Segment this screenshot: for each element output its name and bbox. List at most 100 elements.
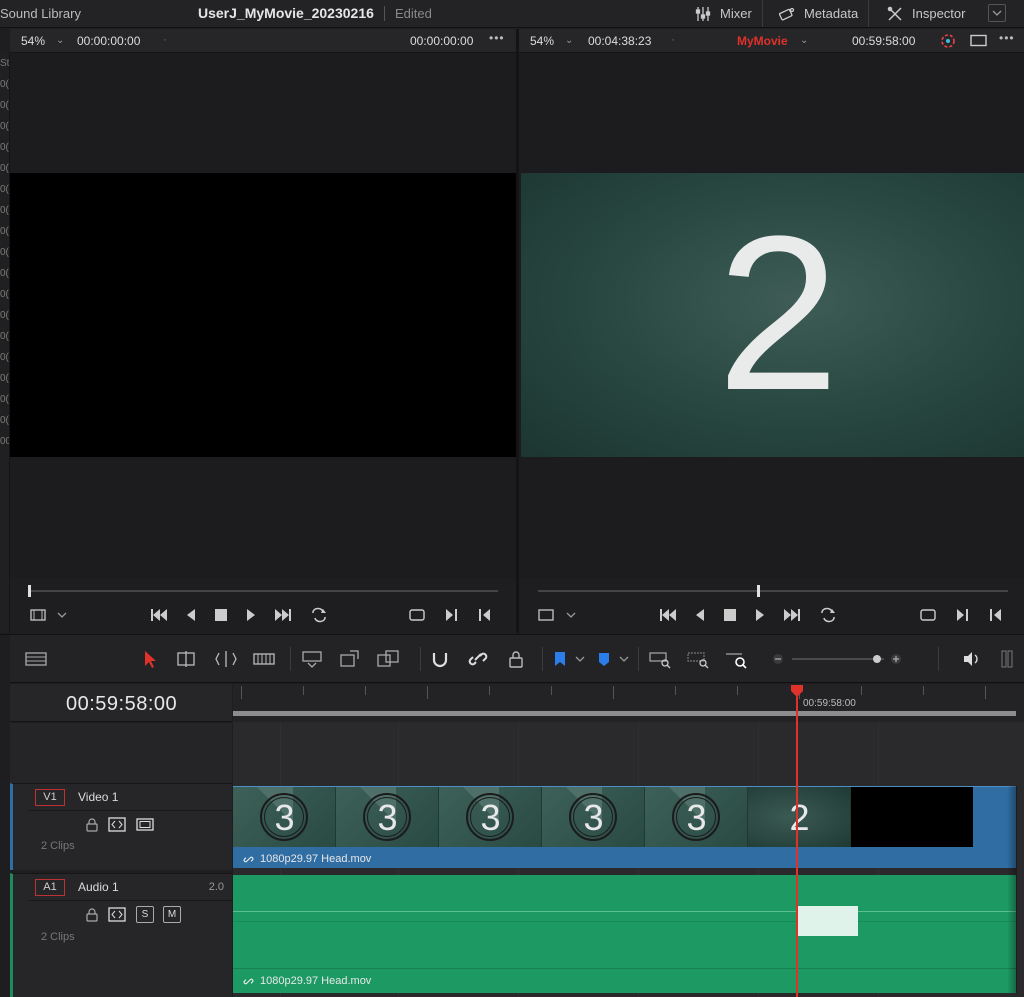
strip-glyph: St [0, 58, 10, 69]
selection-tool-icon[interactable] [138, 649, 162, 669]
zoom-out-icon[interactable] [766, 649, 790, 669]
zoom-slider-track[interactable] [792, 658, 884, 660]
viewer-mode-icon[interactable] [970, 34, 987, 47]
insert-clip-icon[interactable] [300, 649, 324, 669]
metadata-button[interactable]: Metadata [768, 0, 870, 27]
audio-meter-icon[interactable] [996, 649, 1020, 669]
loop-icon[interactable] [817, 604, 839, 626]
stop-icon[interactable] [210, 604, 232, 626]
dynamic-trim-icon[interactable] [214, 649, 238, 669]
overwrite-clip-icon[interactable] [338, 649, 362, 669]
inspector-button[interactable]: Inspector [876, 0, 975, 27]
clip-thumbnails: 3 3 3 3 3 2 [233, 787, 1016, 847]
lock-icon[interactable] [83, 816, 101, 833]
play-reverse-icon[interactable] [689, 604, 711, 626]
zoom-slider-knob[interactable] [873, 655, 881, 663]
clip-thumbnail: 3 [542, 787, 645, 847]
timeline-ruler[interactable]: 00:59:58:00 [233, 684, 1024, 722]
chevron-down-icon[interactable]: ⌄ [800, 35, 808, 46]
collapse-button[interactable] [988, 4, 1006, 22]
zoom-detail-icon[interactable] [686, 649, 710, 669]
lock-icon[interactable] [83, 906, 101, 923]
chevron-down-icon[interactable]: ⌄ [56, 35, 64, 46]
zoom-custom-icon[interactable] [724, 649, 748, 669]
more-options-icon[interactable]: ••• [999, 31, 1015, 45]
source-viewer[interactable] [10, 53, 516, 578]
track-header-video-1[interactable]: V1 Video 1 2 Clips [10, 783, 235, 870]
source-playhead[interactable] [28, 585, 31, 597]
zoom-in-icon[interactable] [884, 649, 908, 669]
replace-clip-icon[interactable] [376, 649, 400, 669]
auto-select-icon[interactable] [108, 816, 126, 833]
timeline-playhead[interactable] [796, 690, 798, 997]
trim-edit-icon[interactable] [174, 649, 198, 669]
chevron-down-icon[interactable] [612, 649, 636, 669]
chevron-down-icon[interactable] [561, 604, 583, 626]
divider [28, 900, 235, 901]
blade-tool-icon[interactable] [252, 649, 276, 669]
match-frame-icon[interactable] [917, 604, 939, 626]
zoom-full-icon[interactable] [648, 649, 672, 669]
track-output-icon[interactable] [136, 816, 154, 833]
mute-button[interactable]: M [163, 906, 181, 923]
match-frame-icon[interactable] [406, 604, 428, 626]
source-scrub-bar[interactable] [28, 585, 498, 597]
go-to-end-icon[interactable] [781, 604, 803, 626]
track-name-a1[interactable]: Audio 1 [78, 880, 119, 894]
clip-name-row: 1080p29.97 Head.mov [243, 853, 371, 865]
clip-name-row: 1080p29.97 Head.mov [243, 975, 371, 987]
play-icon[interactable] [749, 604, 771, 626]
transform-icon[interactable] [535, 604, 557, 626]
linked-selection-icon[interactable] [466, 649, 490, 669]
snapping-icon[interactable] [428, 649, 452, 669]
track-tag-v1[interactable]: V1 [35, 789, 65, 806]
program-viewer[interactable]: 2 [519, 53, 1024, 578]
more-options-icon[interactable]: ••• [489, 31, 505, 45]
go-to-start-icon[interactable] [657, 604, 679, 626]
color-wheel-icon[interactable] [939, 32, 957, 50]
go-to-start-icon[interactable] [148, 604, 170, 626]
video-clip[interactable]: 3 3 3 3 3 2 1080p29.97 Head.mov [233, 786, 1016, 868]
link-icon [243, 856, 254, 862]
chevron-down-icon[interactable] [52, 604, 74, 626]
viewer-options-icon[interactable] [28, 604, 50, 626]
mixer-button[interactable]: Mixer [684, 0, 763, 27]
program-scrub-bar[interactable] [538, 585, 1008, 597]
stop-icon[interactable] [719, 604, 741, 626]
program-timecode: 00:59:58:00 [852, 34, 916, 48]
track-name-v1[interactable]: Video 1 [78, 790, 118, 804]
clip-thumbnail: 3 [336, 787, 439, 847]
mark-in-icon[interactable] [951, 604, 973, 626]
program-playhead[interactable] [757, 585, 761, 597]
chevron-down-icon[interactable]: ⌄ [565, 35, 573, 46]
position-lock-icon[interactable] [504, 649, 528, 669]
mark-out-icon[interactable] [985, 604, 1007, 626]
toolbar-separator [290, 647, 291, 671]
timeline-timecode[interactable]: 00:59:58:00 [66, 693, 177, 716]
speaker-icon[interactable] [960, 649, 984, 669]
source-frame [10, 173, 516, 457]
play-icon[interactable] [240, 604, 262, 626]
go-to-end-icon[interactable] [272, 604, 294, 626]
loop-icon[interactable] [308, 604, 330, 626]
mark-out-icon[interactable] [474, 604, 496, 626]
thumbnail-number: 2 [789, 797, 810, 838]
mixer-label: Mixer [720, 6, 752, 21]
chevron-down-icon[interactable] [568, 649, 592, 669]
solo-button[interactable]: S [136, 906, 154, 923]
source-zoom[interactable]: 54% [21, 34, 45, 48]
source-transport [0, 604, 516, 632]
strip-glyph: 00 [0, 436, 9, 447]
mark-in-icon[interactable] [440, 604, 462, 626]
track-header-audio-1[interactable]: A1 Audio 1 2.0 S M 2 Clips [10, 873, 235, 997]
sound-library-tab[interactable]: Sound Library [0, 6, 81, 21]
track-tag-a1[interactable]: A1 [35, 879, 65, 896]
playhead-handle-icon[interactable] [790, 684, 804, 698]
audio-clip[interactable]: 1080p29.97 Head.mov [233, 875, 1016, 993]
auto-select-icon[interactable] [108, 906, 126, 923]
play-reverse-icon[interactable] [180, 604, 202, 626]
timeline-view-options-icon[interactable] [24, 649, 48, 669]
timeline-name-dropdown[interactable]: MyMovie [737, 34, 788, 48]
clip-name: 1080p29.97 Head.mov [260, 853, 372, 865]
program-zoom[interactable]: 54% [530, 34, 554, 48]
